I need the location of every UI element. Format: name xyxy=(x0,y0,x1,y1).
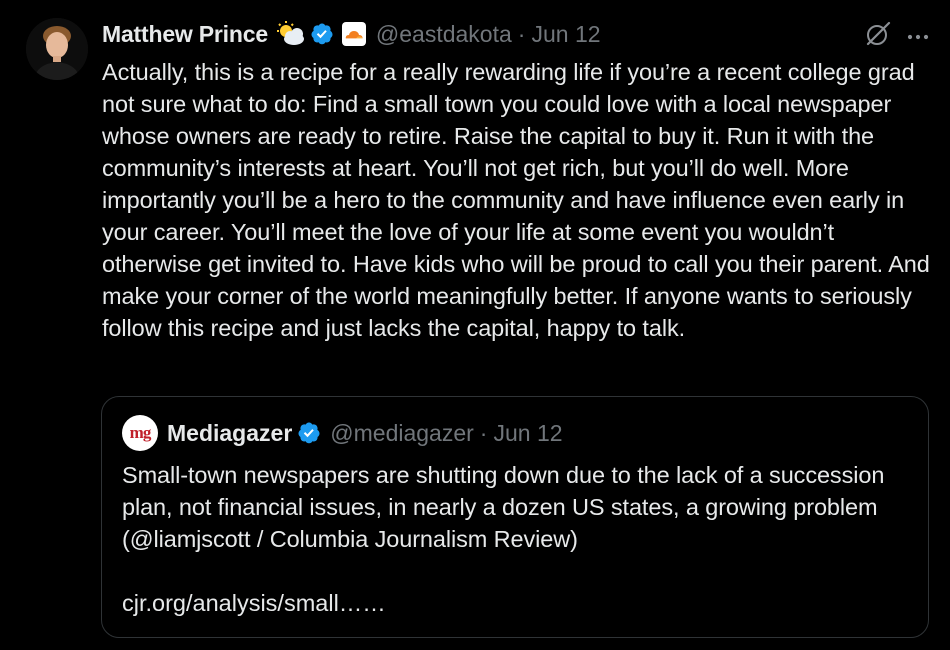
author-name[interactable]: Matthew Prince xyxy=(102,21,268,48)
tweet-text: Actually, this is a recipe for a really … xyxy=(102,59,930,341)
quoted-avatar-text: mg xyxy=(129,423,152,442)
quoted-tweet-header: mg Mediagazer @mediagazer · Jun 12 xyxy=(122,415,563,451)
more-options-icon[interactable] xyxy=(906,28,930,46)
tweet[interactable]: Matthew Prince @eastdakota · Jun 12 Actu… xyxy=(0,0,950,650)
quoted-author-handle[interactable]: @mediagazer xyxy=(330,420,474,447)
tweet-actions xyxy=(864,20,930,53)
quoted-tweet[interactable]: mg Mediagazer @mediagazer · Jun 12 Small… xyxy=(101,396,929,638)
quoted-tweet-date[interactable]: Jun 12 xyxy=(493,420,562,447)
tweet-date[interactable]: Jun 12 xyxy=(531,21,600,48)
tweet-header: Matthew Prince @eastdakota · Jun 12 xyxy=(102,17,601,51)
author-handle[interactable]: @eastdakota xyxy=(376,21,512,48)
sun-behind-cloud-icon xyxy=(274,21,306,47)
verified-badge-icon[interactable] xyxy=(297,421,321,445)
verified-badge-icon[interactable] xyxy=(310,22,334,46)
quoted-tweet-text: Small-town newspapers are shutting down … xyxy=(122,462,885,552)
quoted-author-name[interactable]: Mediagazer xyxy=(167,420,292,447)
separator-dot: · xyxy=(517,20,526,47)
separator-dot: · xyxy=(479,419,488,446)
quoted-author-avatar[interactable]: mg xyxy=(122,415,158,451)
author-avatar[interactable] xyxy=(26,18,88,80)
quoted-tweet-link[interactable]: cjr.org/analysis/small…… xyxy=(122,587,386,619)
grok-icon[interactable] xyxy=(864,20,892,53)
cloudflare-logo-icon[interactable] xyxy=(341,22,366,46)
